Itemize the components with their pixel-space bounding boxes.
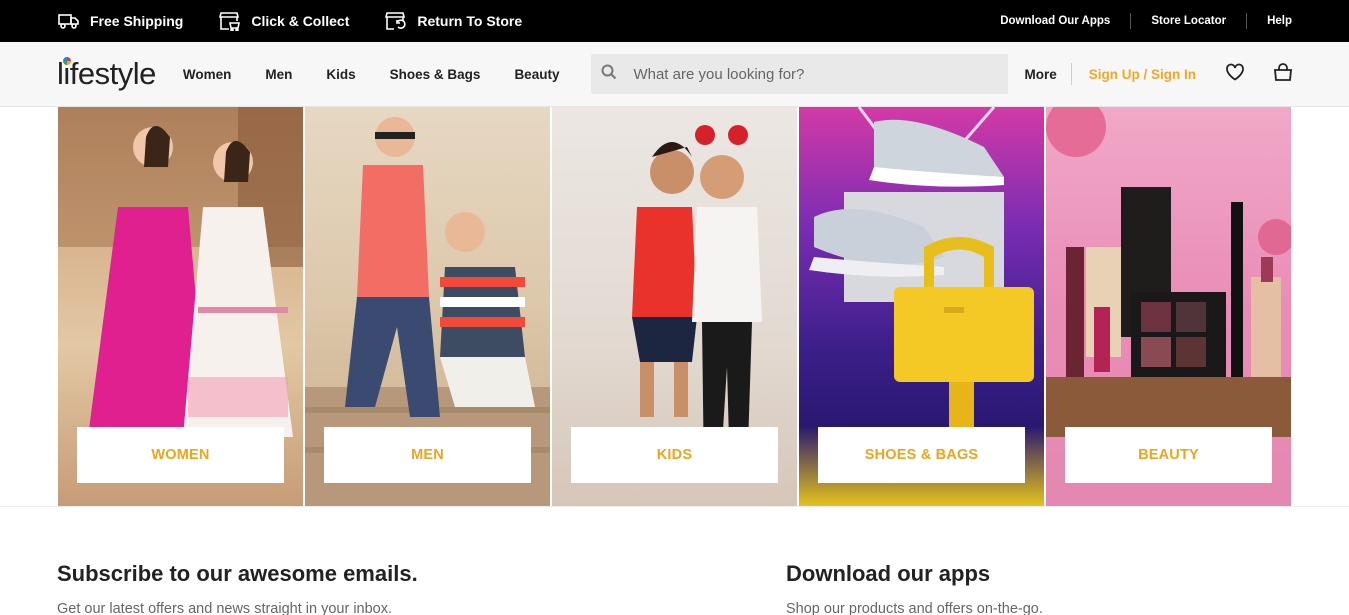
- category-label-women: WOMEN: [77, 427, 284, 483]
- apps-title: Download our apps: [786, 561, 991, 586]
- top-promo-bar: Free Shipping Click & Collect Return To …: [0, 0, 1349, 42]
- apps-section: Download our apps Shop our products and …: [786, 561, 1043, 615]
- search-bar[interactable]: [591, 54, 1009, 94]
- main-nav: Women Men Kids Shoes & Bags Beauty: [183, 67, 594, 82]
- category-tile-kids[interactable]: KIDS: [552, 107, 797, 506]
- lifestyle-logo[interactable]: lifestyle: [57, 56, 156, 92]
- nav-item-beauty[interactable]: Beauty: [514, 67, 559, 82]
- more-menu[interactable]: More: [1024, 67, 1056, 82]
- subscribe-section: Subscribe to our awesome emails. Get our…: [57, 561, 786, 615]
- category-tile-men[interactable]: MEN: [305, 107, 550, 506]
- free-shipping-label: Free Shipping: [90, 13, 184, 29]
- truck-icon: [58, 13, 80, 29]
- main-header: lifestyle Women Men Kids Shoes & Bags Be…: [0, 42, 1349, 107]
- click-collect-perk[interactable]: Click & Collect: [219, 11, 349, 31]
- footer-promos: Subscribe to our awesome emails. Get our…: [0, 506, 1349, 615]
- utility-links: Download Our Apps Store Locator Help: [980, 13, 1292, 29]
- search-input[interactable]: [633, 65, 994, 83]
- help-link[interactable]: Help: [1247, 15, 1292, 27]
- header-actions: More Sign Up / Sign In: [1024, 62, 1293, 86]
- category-label-beauty: BEAUTY: [1065, 427, 1272, 483]
- wishlist-heart-icon[interactable]: [1225, 63, 1245, 86]
- nav-item-women[interactable]: Women: [183, 67, 232, 82]
- category-tile-women[interactable]: WOMEN: [58, 107, 303, 506]
- perks-list: Free Shipping Click & Collect Return To …: [58, 11, 522, 31]
- store-cart-icon: [219, 11, 241, 31]
- apps-subtitle: Shop our products and offers on-the-go.: [786, 601, 1043, 615]
- free-shipping-perk[interactable]: Free Shipping: [58, 13, 183, 29]
- category-label-shoes-bags: SHOES & BAGS: [818, 427, 1025, 483]
- shopping-bag-icon[interactable]: [1273, 62, 1293, 86]
- logo-text: lifestyle: [57, 56, 156, 91]
- nav-item-kids[interactable]: Kids: [326, 67, 355, 82]
- search-icon: [601, 64, 617, 85]
- signin-link[interactable]: Sign Up / Sign In: [1089, 67, 1196, 82]
- subscribe-title: Subscribe to our awesome emails.: [57, 561, 418, 586]
- divider: [1070, 63, 1072, 85]
- category-tile-beauty[interactable]: BEAUTY: [1046, 107, 1291, 506]
- nav-item-shoes-bags[interactable]: Shoes & Bags: [390, 67, 481, 82]
- category-label-kids: KIDS: [571, 427, 778, 483]
- subscribe-subtitle: Get our latest offers and news straight …: [57, 601, 393, 615]
- category-tile-shoes-bags[interactable]: SHOES & BAGS: [799, 107, 1044, 506]
- store-return-icon: [385, 11, 407, 31]
- nav-item-men[interactable]: Men: [265, 67, 292, 82]
- download-apps-link[interactable]: Download Our Apps: [980, 15, 1130, 27]
- logo-dot: [63, 57, 71, 65]
- category-tiles: WOMEN MEN KIDS SHOES & BAGS BEAUTY: [0, 107, 1349, 506]
- return-to-store-perk[interactable]: Return To Store: [385, 11, 522, 31]
- store-locator-link[interactable]: Store Locator: [1131, 15, 1246, 27]
- click-collect-label: Click & Collect: [251, 13, 350, 29]
- category-label-men: MEN: [324, 427, 531, 483]
- return-to-store-label: Return To Store: [417, 13, 523, 29]
